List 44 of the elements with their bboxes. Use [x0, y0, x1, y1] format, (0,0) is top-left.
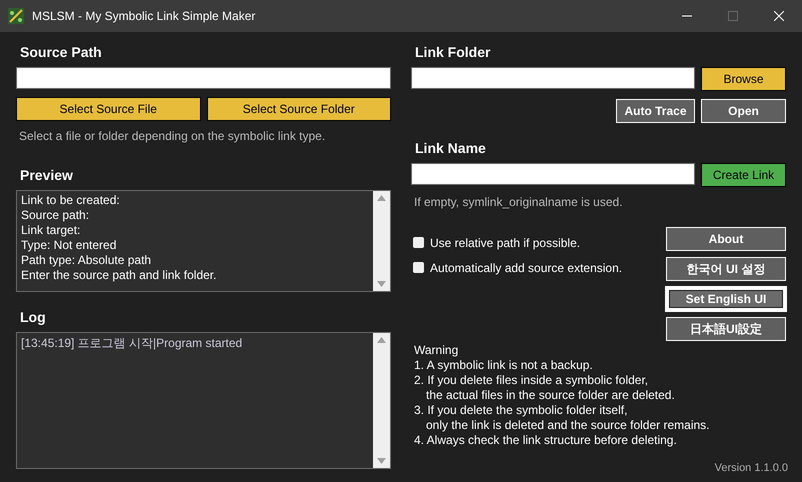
warning-line: 4. Always check the link structure before deleting.	[414, 433, 678, 448]
checkbox[interactable]	[413, 237, 424, 248]
preview-line: Link to be created:	[21, 193, 121, 208]
warning-title: Warning	[414, 343, 460, 358]
hint-text: Select a file or folder depending on the symbolic link type.	[19, 129, 326, 143]
app-icon	[8, 8, 24, 24]
warning-line: 2. If you delete files inside a symbolic folder,	[414, 373, 650, 388]
option-label: Use relative path if possible.	[430, 236, 580, 250]
browse-button[interactable]: Browse	[701, 67, 786, 91]
hint-text: If empty, symlink_originalname is used.	[414, 195, 624, 209]
link-folder-field[interactable]	[411, 67, 695, 89]
checkbox-option[interactable]: Use relative path if possible.	[413, 230, 666, 255]
warning-line: the actual files in the source folder are deleted.	[425, 388, 676, 403]
language-button[interactable]: 한국어 UI 설정	[666, 257, 786, 281]
create-link-button[interactable]: Create Link	[701, 163, 786, 187]
warning-line: 3. If you delete the symbolic folder itself,	[414, 403, 628, 418]
link-name-field[interactable]	[411, 163, 695, 185]
section-heading: Link Name	[415, 140, 487, 158]
section-heading: Link Folder	[415, 44, 492, 62]
preview-line: Type: Not entered	[21, 238, 118, 253]
log-entry: [13:45:19] 프로그램 시작|Program started	[21, 336, 244, 351]
source-path-field[interactable]	[16, 67, 391, 89]
language-button[interactable]: Set English UI	[666, 287, 786, 311]
section-heading: Source Path	[20, 44, 103, 62]
auto-trace-button[interactable]: Auto Trace	[616, 99, 695, 123]
warning-line: only the link is deleted and the source folder remains.	[425, 418, 710, 433]
section-heading: Preview	[20, 167, 74, 185]
preview-line: Source path:	[21, 208, 90, 223]
version-text: Version 1.1.0.0	[714, 462, 788, 474]
checkbox-option[interactable]: Automatically add source extension.	[413, 255, 666, 280]
option-label: Automatically add source extension.	[430, 260, 622, 274]
section-heading: Log	[20, 309, 47, 327]
close-icon[interactable]	[774, 11, 784, 21]
select-source-button[interactable]: Select Source Folder	[206, 97, 391, 121]
about-button[interactable]: About	[666, 227, 786, 251]
preview-line: Link target:	[21, 223, 82, 238]
window-title: MSLSM - My Symbolic Link Simple Maker	[32, 9, 256, 23]
checkbox[interactable]	[413, 262, 424, 273]
preview-line: Enter the source path and link folder.	[21, 268, 218, 283]
open-button[interactable]: Open	[701, 99, 786, 123]
select-source-button[interactable]: Select Source File	[16, 97, 200, 121]
preview-line: Path type: Absolute path	[21, 253, 152, 268]
warning-line: 1. A symbolic link is not a backup.	[414, 358, 594, 373]
language-button[interactable]: 日本語UI設定	[666, 317, 786, 341]
